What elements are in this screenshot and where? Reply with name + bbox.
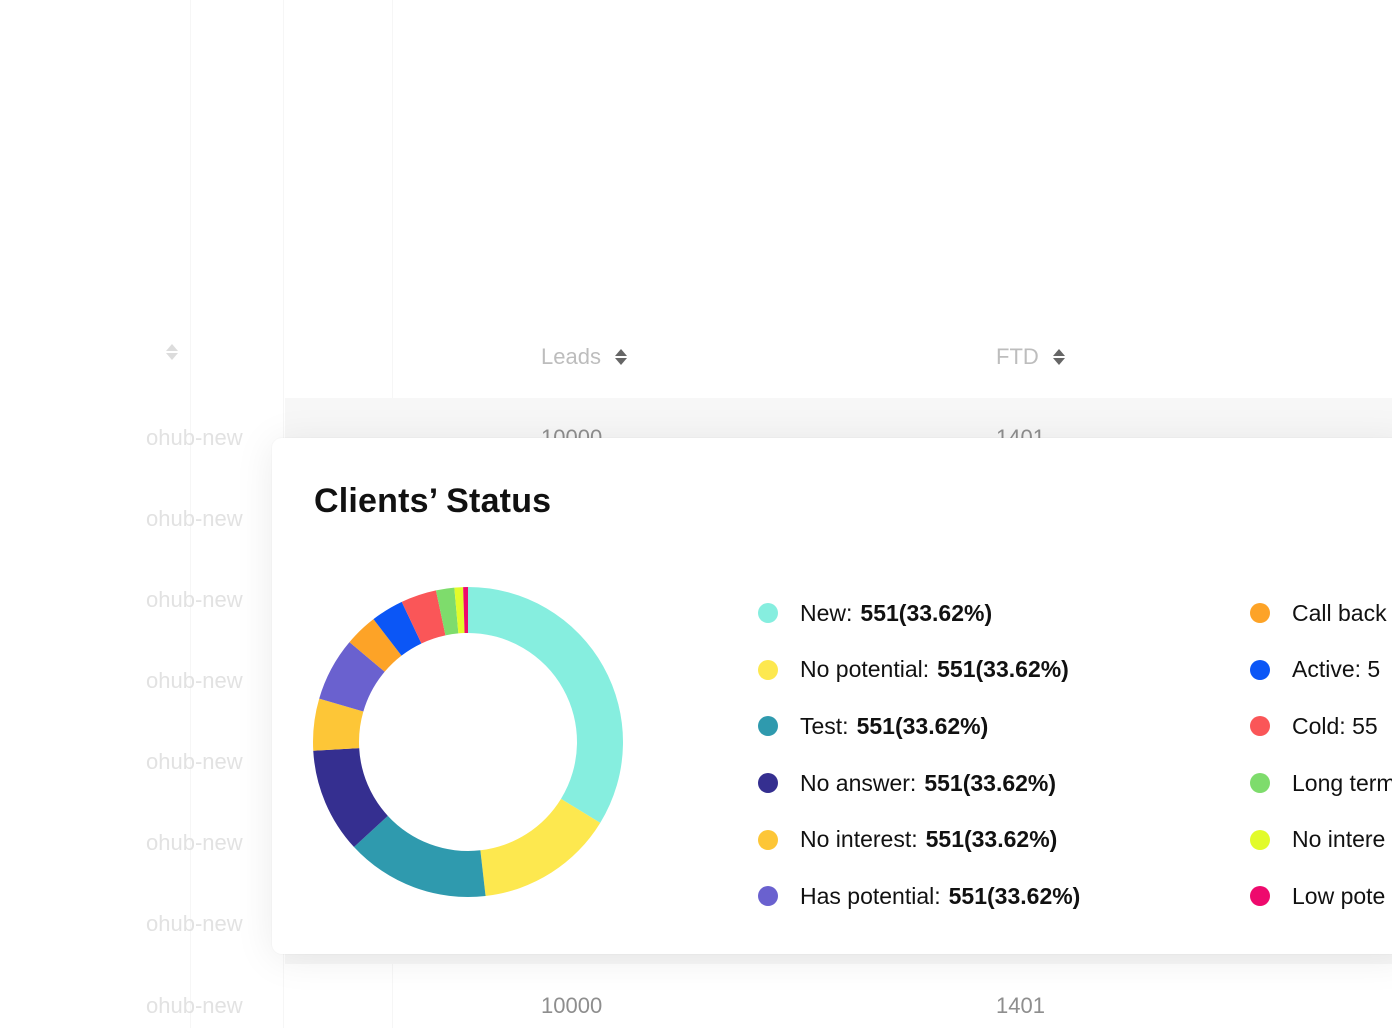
legend-label: No potential:	[800, 656, 930, 683]
legend-label: No interest:	[800, 826, 918, 853]
donut-slice	[480, 798, 601, 897]
row-source-name: ohub-new	[146, 668, 243, 693]
column-header-leads[interactable]: Leads	[541, 344, 627, 370]
row-source-name: ohub-new	[146, 911, 243, 936]
legend-color-dot	[1250, 829, 1270, 850]
legend-value: 551(33.62%)	[924, 769, 1057, 796]
legend-item: No intere	[1250, 811, 1392, 868]
legend-color-dot	[758, 773, 778, 794]
legend-value: 551(33.62%)	[856, 712, 989, 739]
legend-label: Test:	[800, 712, 849, 739]
legend-item: Test: 551(33.62%)	[758, 698, 1080, 755]
legend-item: No answer: 551(33.62%)	[758, 755, 1080, 812]
row-source-name: ohub-new	[146, 587, 243, 612]
row-ftd-value: 1401	[996, 993, 1045, 1018]
legend-color-dot	[758, 603, 778, 624]
row-source-name: ohub-new	[146, 993, 243, 1018]
sort-icon[interactable]	[614, 349, 627, 365]
legend-label: No intere	[1292, 826, 1386, 853]
legend-item: Long term	[1250, 755, 1392, 812]
legend-color-dot	[758, 716, 778, 737]
donut-slice	[468, 587, 623, 823]
legend-label: New:	[800, 599, 853, 626]
legend-item: Cold: 55	[1250, 698, 1392, 755]
legend-item: No potential: 551(33.62%)	[758, 642, 1080, 699]
legend-color-dot	[758, 886, 778, 907]
legend-item: No interest: 551(33.62%)	[758, 811, 1080, 868]
column-header-ftd[interactable]: FTD	[996, 344, 1065, 370]
stage: Leads FTD ohub-new 10000 1401 ohub-new o…	[0, 0, 1392, 1028]
legend-item: Has potential: 551(33.62%)	[758, 868, 1080, 925]
legend-item: Active: 5	[1250, 642, 1392, 699]
legend-item: Call back	[1250, 585, 1392, 642]
legend-label: Call back	[1292, 599, 1387, 626]
legend-item: Low pote	[1250, 868, 1392, 925]
table-row	[285, 398, 1392, 438]
legend-color-dot	[1250, 603, 1270, 624]
card-title: Clients’ Status	[314, 482, 552, 520]
legend-label: Long term	[1292, 769, 1392, 796]
clients-status-card: Clients’ Status New: 551(33.62%) No potent…	[272, 438, 1392, 954]
sort-icon[interactable]	[1052, 349, 1065, 365]
legend-left: New: 551(33.62%) No potential: 551(33.62%) T…	[758, 585, 1080, 925]
table-row	[285, 954, 1392, 964]
legend-label: Low pote	[1292, 882, 1386, 909]
row-source-name: ohub-new	[146, 506, 243, 531]
legend-label: Cold: 55	[1292, 712, 1378, 739]
row-source-name: ohub-new	[146, 749, 243, 774]
legend-value: 551(33.62%)	[925, 826, 1058, 853]
legend-value: 551(33.62%)	[948, 882, 1081, 909]
legend-item: New: 551(33.62%)	[758, 585, 1080, 642]
legend-color-dot	[1250, 886, 1270, 907]
legend-value: 551(33.62%)	[937, 656, 1069, 683]
column-header-label: Leads	[541, 344, 601, 369]
legend-label: No answer:	[800, 769, 917, 796]
legend-color-dot	[758, 659, 778, 680]
legend-label: Has potential:	[800, 882, 941, 909]
legend-color-dot	[1250, 716, 1270, 737]
sort-icon[interactable]	[166, 344, 178, 360]
legend-color-dot	[758, 829, 778, 850]
legend-color-dot	[1250, 659, 1270, 680]
legend-label: Active: 5	[1292, 656, 1381, 683]
legend-color-dot	[1250, 773, 1270, 794]
legend-value: 551(33.62%)	[860, 599, 993, 626]
legend-right: Call back Active: 5 Cold: 55 Long term No in…	[1250, 585, 1392, 925]
row-leads-value: 10000	[541, 993, 603, 1018]
row-source-name: ohub-new	[146, 425, 243, 450]
row-source-name: ohub-new	[146, 830, 243, 855]
column-header-label: FTD	[996, 344, 1039, 369]
status-donut-chart	[313, 587, 623, 897]
